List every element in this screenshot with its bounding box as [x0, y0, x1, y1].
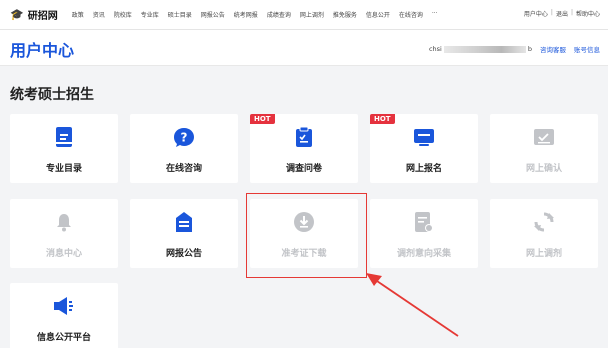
nav-item[interactable]: 院校库: [114, 10, 132, 19]
site-logo[interactable]: 🎓 研招网: [10, 7, 58, 22]
tile-label: 网上调剂: [525, 249, 562, 259]
nav-item[interactable]: 资讯: [93, 10, 105, 19]
megaphone-icon: [53, 295, 75, 317]
tile-label: 信息公开平台: [36, 333, 91, 343]
account-info-link[interactable]: 账号信息: [574, 44, 600, 54]
tile-message-center[interactable]: 消息中心: [10, 199, 118, 268]
nav-item[interactable]: 硕士目录: [168, 10, 192, 19]
logout-link[interactable]: 退出: [556, 9, 568, 18]
tile-label: 消息中心: [45, 249, 82, 259]
page-header: 用户中心 chsi b 咨询客服 账号信息: [0, 30, 608, 66]
tile-online-registration[interactable]: HOT 网上报名: [370, 114, 478, 183]
tile-label: 调剂意向采集: [396, 249, 451, 259]
tile-label: 网上报名: [405, 164, 442, 174]
nav-more[interactable]: ···: [432, 10, 438, 19]
hot-badge: HOT: [250, 114, 275, 124]
form-edit-icon: [413, 211, 435, 233]
nav-item[interactable]: 统考网报: [234, 10, 258, 19]
username-prefix: chsi: [428, 45, 442, 53]
site-logo-text: 研招网: [27, 11, 58, 22]
separator: |: [550, 9, 553, 16]
tile-label: 专业目录: [45, 164, 82, 174]
nav-menu: 政策 资讯 院校库 专业库 硕士目录 网报公告 统考网报 成绩查询 网上调剂 推…: [72, 10, 447, 19]
book-icon: [53, 126, 75, 148]
nav-item[interactable]: 信息公开: [366, 10, 390, 19]
nav-item[interactable]: 网报公告: [201, 10, 225, 19]
tile-online-consult[interactable]: ? 在线咨询: [130, 114, 238, 183]
user-center-link[interactable]: 用户中心: [524, 9, 548, 18]
nav-item[interactable]: 推免服务: [333, 10, 357, 19]
tile-major-catalog[interactable]: 专业目录: [10, 114, 118, 183]
refresh-icon: [533, 211, 555, 233]
nav-item[interactable]: 在线咨询: [399, 10, 423, 19]
graduation-cap-icon: 🎓: [10, 8, 24, 21]
tile-label: 网上确认: [525, 164, 562, 174]
svg-text:?: ?: [181, 131, 188, 145]
chat-question-icon: ?: [173, 126, 195, 148]
tile-registration-notice[interactable]: 网报公告: [130, 199, 238, 268]
nav-item[interactable]: 政策: [72, 10, 84, 19]
redacted-username: [443, 45, 526, 53]
tile-adjustment-intention[interactable]: 调剂意向采集: [370, 199, 478, 268]
briefcase-icon: [173, 211, 195, 233]
annotation-arrow: [366, 273, 459, 337]
separator: |: [570, 9, 573, 16]
nav-item[interactable]: 专业库: [141, 10, 159, 19]
tile-info-disclosure-platform[interactable]: 信息公开平台: [10, 283, 118, 348]
hot-badge: HOT: [370, 114, 395, 124]
monitor-icon: [413, 126, 435, 148]
nav-item[interactable]: 网上调剂: [300, 10, 324, 19]
nav-item[interactable]: 成绩查询: [267, 10, 291, 19]
username: chsi b: [429, 45, 532, 53]
user-info: chsi b 咨询客服 账号信息: [429, 44, 600, 54]
top-nav: 🎓 研招网 政策 资讯 院校库 专业库 硕士目录 网报公告 统考网报 成绩查询 …: [0, 0, 608, 30]
username-suffix: b: [527, 45, 532, 53]
tile-survey[interactable]: HOT 调查问卷: [250, 114, 358, 183]
tile-label: 网报公告: [165, 249, 202, 259]
annotation-highlight-box: [246, 193, 367, 278]
top-links: 用户中心 | 退出 | 帮助中心: [524, 9, 600, 18]
tile-online-confirmation[interactable]: 网上确认: [490, 114, 598, 183]
tile-online-adjustment[interactable]: 网上调剂: [490, 199, 598, 268]
tile-label: 调查问卷: [285, 164, 322, 174]
clipboard-check-icon: [293, 126, 315, 148]
page-title: 用户中心: [10, 41, 75, 60]
help-center-link[interactable]: 帮助中心: [576, 9, 600, 18]
id-card-check-icon: [533, 126, 555, 148]
customer-service-link[interactable]: 咨询客服: [540, 44, 566, 54]
bell-icon: [53, 211, 75, 233]
section-title: 统考硕士招生: [10, 87, 94, 103]
tile-label: 在线咨询: [165, 164, 202, 174]
